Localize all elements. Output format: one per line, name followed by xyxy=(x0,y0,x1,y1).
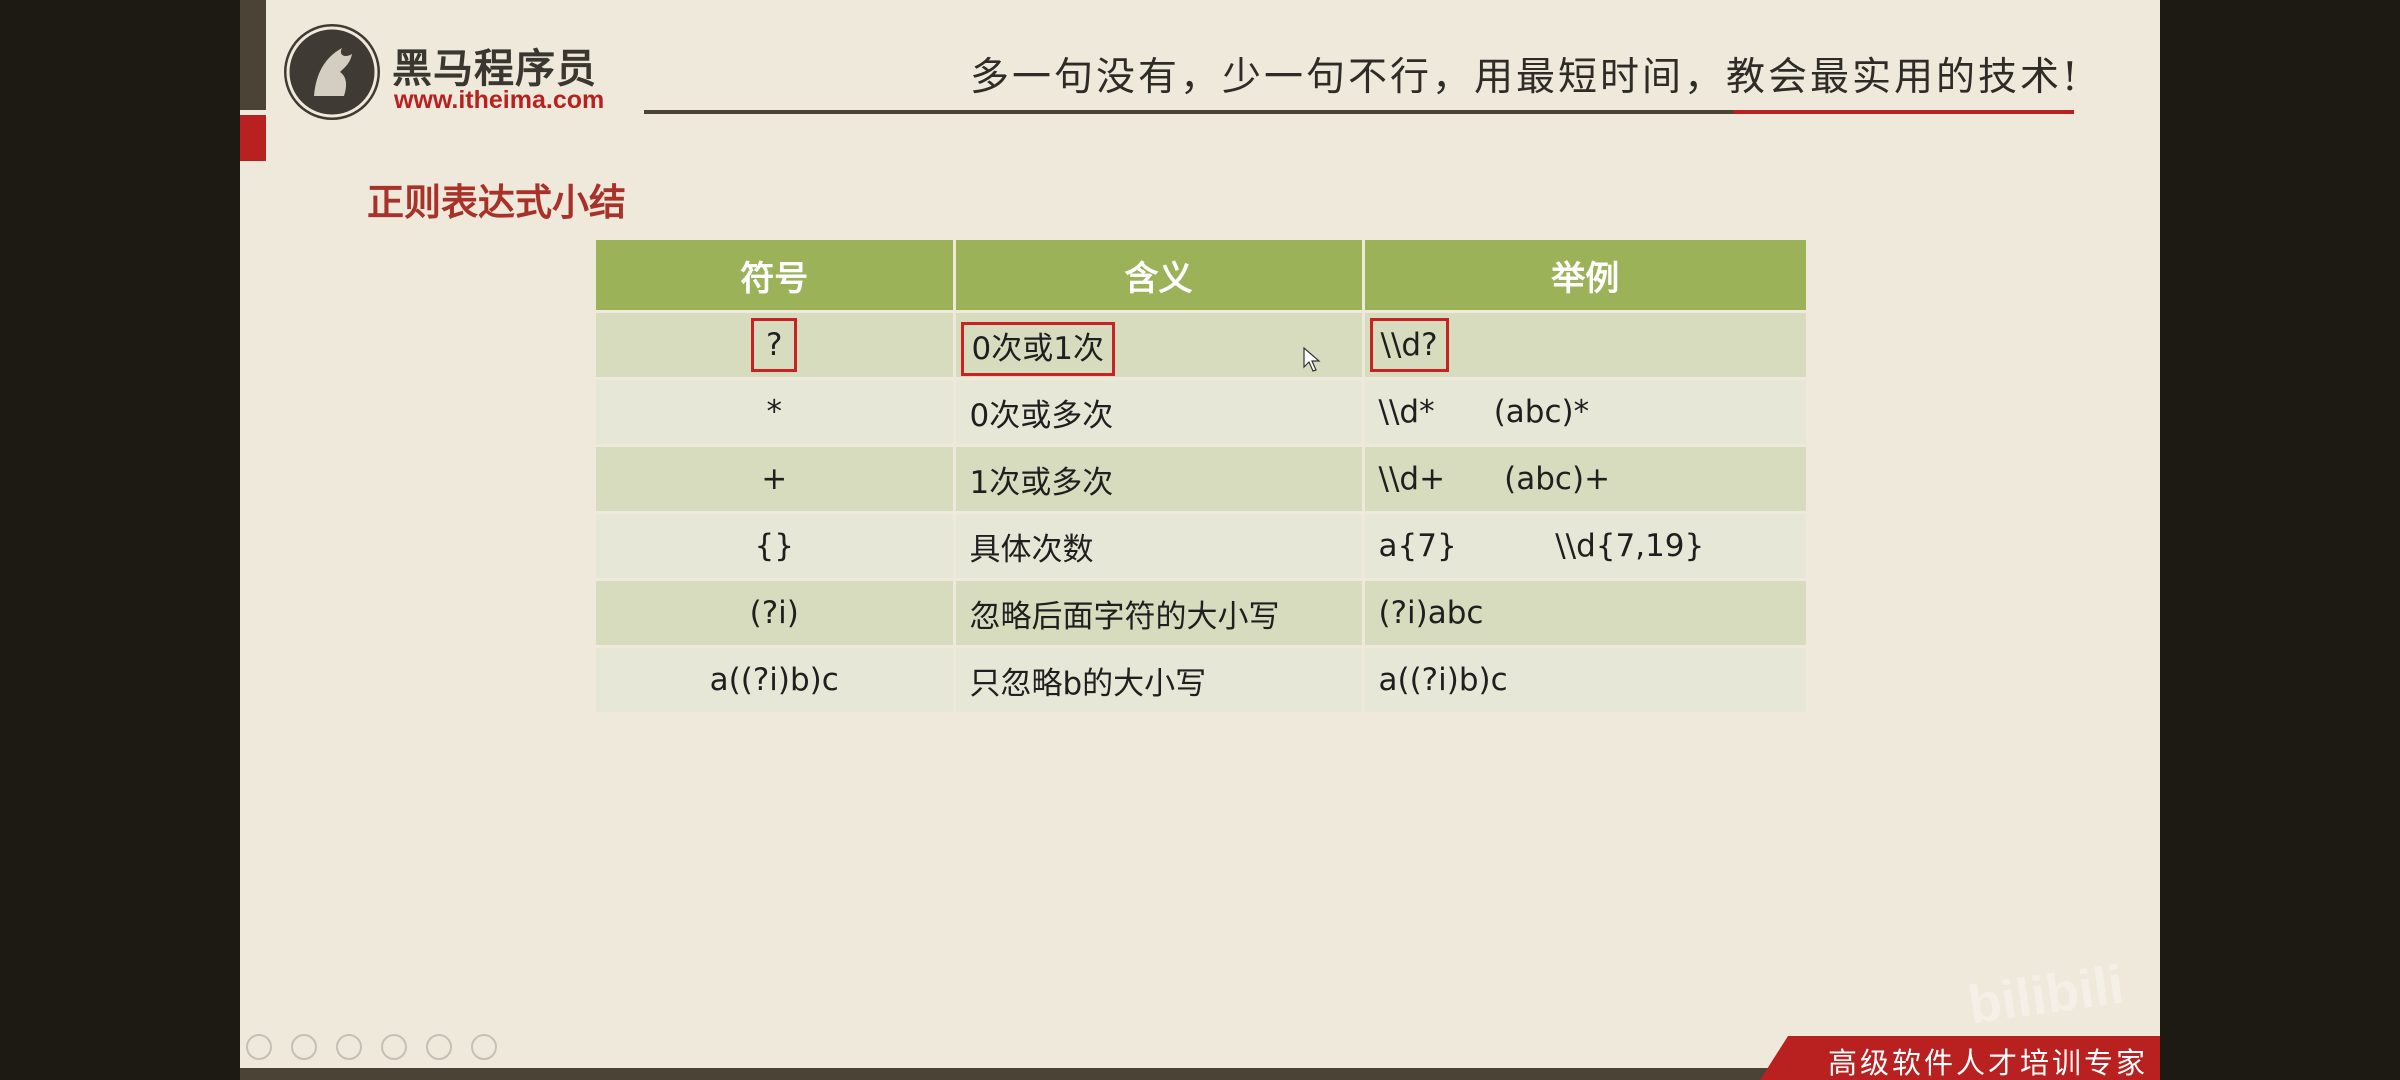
meaning-cell: 只忽略b的大小写 xyxy=(954,646,1365,715)
meaning-cell: 忽略后面字符的大小写 xyxy=(954,579,1365,648)
left-accent-bar-red xyxy=(240,115,266,161)
pen-tool-icon[interactable] xyxy=(336,1034,363,1060)
presentation-slide: 黑马程序员 www.itheima.com 多一句没有，少一句不行，用最短时间，… xyxy=(240,0,2160,1080)
footer-tag-text: 高级软件人才培训专家 xyxy=(1828,1046,2149,1080)
more-options-icon[interactable] xyxy=(471,1034,498,1060)
meaning-cell: 1次或多次 xyxy=(954,445,1365,514)
slogan-text: 多一句没有，少一句不行，用最短时间，教会最实用的技术! xyxy=(970,55,2081,100)
column-header-symbol: 符号 xyxy=(596,240,956,313)
example-cell: \\d+ (abc)+ xyxy=(1363,445,1806,514)
table-row: + 1次或多次 \\d+ (abc)+ xyxy=(596,445,1806,514)
meaning-cell: 0次或多次 xyxy=(954,378,1365,447)
footer-tag: 高级软件人才培训专家 xyxy=(1760,1036,2160,1080)
table-row: ? 0次或1次 \\d? xyxy=(596,311,1806,380)
next-slide-icon[interactable] xyxy=(291,1034,318,1060)
highlighted-meaning: 0次或1次 xyxy=(960,321,1115,376)
symbol-cell: * xyxy=(596,378,956,447)
bilibili-watermark: bilibili xyxy=(1964,954,2128,1036)
prev-slide-icon[interactable] xyxy=(246,1034,272,1060)
symbol-cell: (?i) xyxy=(596,579,956,648)
table-header-row: 符号 含义 举例 xyxy=(596,240,1806,313)
highlighted-symbol: ? xyxy=(750,318,798,372)
brand-url: www.itheima.com xyxy=(394,86,605,114)
column-header-example: 举例 xyxy=(1363,240,1806,313)
section-title: 正则表达式小结 xyxy=(367,181,626,224)
symbol-cell: a((?i)b)c xyxy=(596,646,956,715)
symbol-cell: + xyxy=(596,445,956,514)
zoom-icon[interactable] xyxy=(426,1034,453,1060)
example-cell: a{7} \\d{7,19} xyxy=(1363,512,1806,581)
brand-logo: 黑马程序员 www.itheima.com xyxy=(284,24,644,124)
table-row: * 0次或多次 \\d* (abc)* xyxy=(596,378,1806,447)
regex-summary-table: 符号 含义 举例 ? 0次或1次 \\d? * 0次或多次 \\d* (abc)… xyxy=(596,240,1806,715)
symbol-cell: ? xyxy=(596,311,956,380)
horse-logo-icon xyxy=(284,24,380,120)
table-row: {} 具体次数 a{7} \\d{7,19} xyxy=(596,512,1806,581)
example-cell: (?i)abc xyxy=(1363,579,1806,648)
meaning-cell: 0次或1次 xyxy=(954,311,1365,380)
left-accent-bar-dark xyxy=(240,0,266,110)
mouse-cursor-icon xyxy=(1303,347,1321,372)
highlighted-example: \\d? xyxy=(1369,318,1449,372)
header-rule-accent xyxy=(1734,110,2074,114)
table-row: (?i) 忽略后面字符的大小写 (?i)abc xyxy=(596,579,1806,648)
table-row: a((?i)b)c 只忽略b的大小写 a((?i)b)c xyxy=(596,646,1806,715)
slides-overview-icon[interactable] xyxy=(381,1034,408,1060)
meaning-cell: 具体次数 xyxy=(954,512,1365,581)
symbol-cell: {} xyxy=(596,512,956,581)
example-cell: \\d* (abc)* xyxy=(1363,378,1806,447)
example-cell: \\d? xyxy=(1363,311,1806,380)
example-cell: a((?i)b)c xyxy=(1363,646,1806,715)
slideshow-controls[interactable] xyxy=(246,1034,511,1070)
column-header-meaning: 含义 xyxy=(954,240,1365,313)
